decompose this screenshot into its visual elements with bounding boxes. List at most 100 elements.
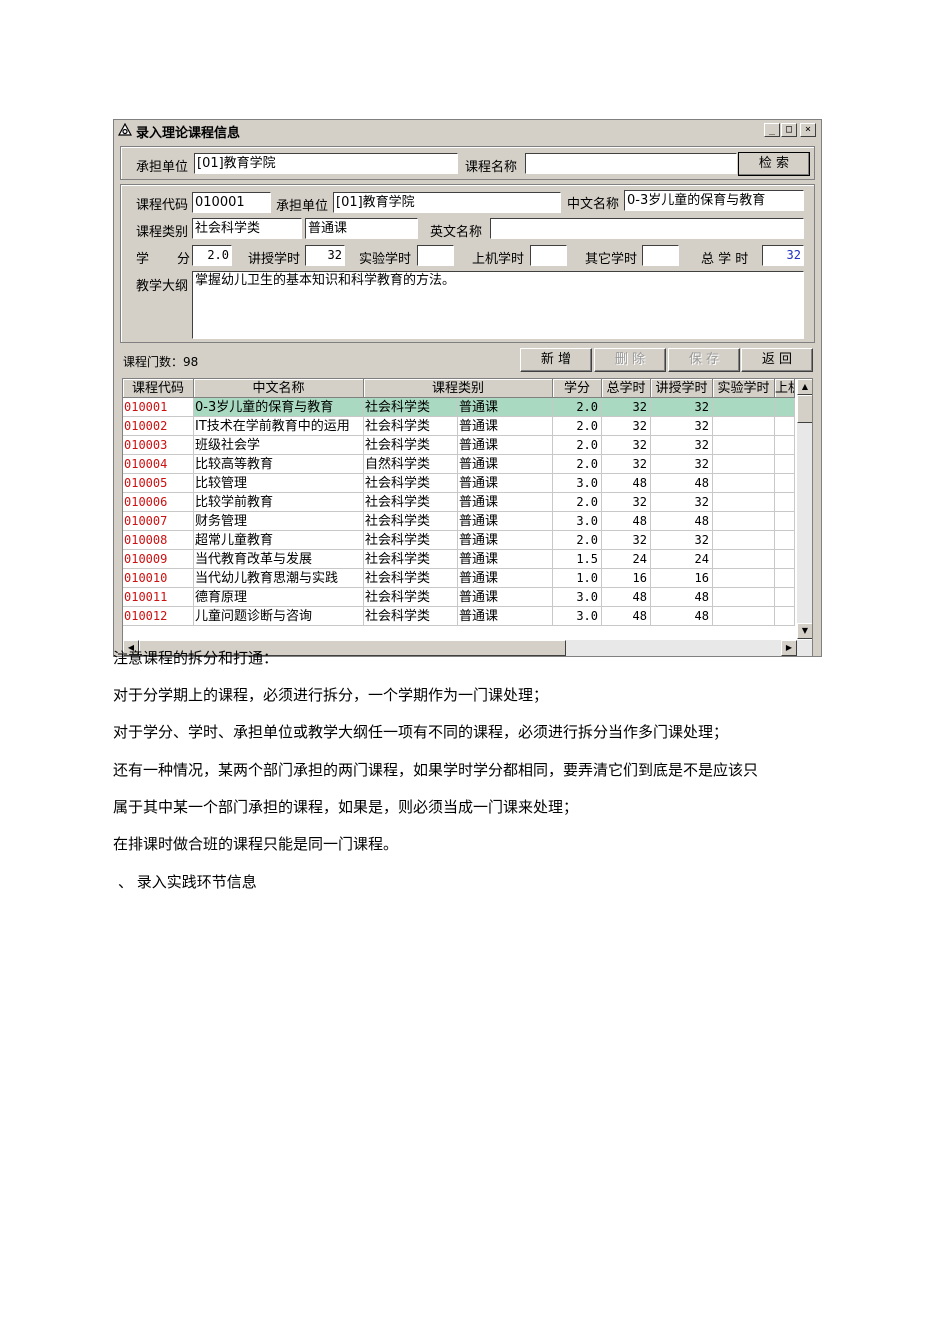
minimize-button[interactable]: _ (764, 123, 780, 137)
window-title: 录入理论课程信息 (136, 126, 241, 141)
table-row[interactable]: 010010 当代幼儿教育思潮与实践 社会科学类 普通课 1.0 16 16 (123, 569, 795, 588)
table-row[interactable]: 010009 当代教育改革与发展 社会科学类 普通课 1.5 24 24 (123, 550, 795, 569)
vertical-scrollbar[interactable]: ▲ ▼ (797, 379, 812, 639)
category-field[interactable]: 社会科学类 (192, 218, 302, 239)
lecture-hours-label: 讲授学时 (248, 252, 301, 267)
cell-category-type: 普通课 (458, 436, 553, 455)
cell-code: 010004 (123, 455, 194, 474)
cell-lab-hours (713, 531, 775, 550)
search-button[interactable]: 检 索 (738, 152, 810, 176)
cell-category-type: 普通课 (458, 550, 553, 569)
table-row[interactable]: 010007 财务管理 社会科学类 普通课 3.0 48 48 (123, 512, 795, 531)
category-label: 课程类别 (136, 225, 189, 240)
other-hours-field[interactable] (642, 245, 679, 266)
cell-computer-hours (775, 474, 795, 493)
code-field[interactable]: 010001 (192, 192, 271, 213)
cell-category-type: 普通课 (458, 455, 553, 474)
cell-lab-hours (713, 455, 775, 474)
cell-computer-hours (775, 531, 795, 550)
cell-category-type: 普通课 (458, 512, 553, 531)
search-course-name-field[interactable] (525, 153, 737, 174)
table-row[interactable]: 010006 比较学前教育 社会科学类 普通课 2.0 32 32 (123, 493, 795, 512)
cell-lab-hours (713, 588, 775, 607)
scroll-up-button[interactable]: ▲ (797, 379, 812, 395)
cell-credit: 2.0 (553, 398, 602, 417)
paragraph-3: 还有一种情况，某两个部门承担的两门课程，如果学时学分都相同，要弄清它们到底是不是… (113, 763, 759, 779)
cell-lab-hours (713, 512, 775, 531)
cell-computer-hours (775, 607, 795, 626)
back-button[interactable]: 返 回 (741, 348, 813, 372)
table-row[interactable]: 010002 IT技术在学前教育中的运用 社会科学类 普通课 2.0 32 32 (123, 417, 795, 436)
cell-cn-name: 德育原理 (194, 588, 364, 607)
save-button[interactable]: 保 存 (668, 348, 740, 372)
header-lecture-hours[interactable]: 讲授学时 (651, 379, 713, 398)
cell-lecture-hours: 32 (651, 531, 713, 550)
table-row[interactable]: 010004 比较高等教育 自然科学类 普通课 2.0 32 32 (123, 455, 795, 474)
scroll-right-button[interactable]: ▶ (781, 640, 797, 656)
cn-name-field[interactable]: 0-3岁儿童的保育与教育 (624, 190, 804, 211)
cell-category: 社会科学类 (364, 607, 458, 626)
paragraph-5: 在排课时做合班的课程只能是同一门课程。 (113, 837, 399, 853)
maximize-button[interactable]: □ (781, 123, 797, 137)
search-course-name-label: 课程名称 (465, 160, 518, 175)
en-name-field[interactable] (490, 218, 804, 239)
cell-total-hours: 48 (602, 607, 651, 626)
course-table[interactable]: 课程代码 中文名称 课程类别 学分 总学时 讲授学时 实验学时 上机 01000… (122, 378, 813, 657)
cell-lab-hours (713, 493, 775, 512)
cell-lab-hours (713, 436, 775, 455)
credit-field[interactable]: 2.0 (192, 245, 232, 266)
credit-label-a: 学 (136, 252, 150, 267)
new-button[interactable]: 新 增 (520, 348, 592, 372)
search-unit-field[interactable]: [01]教育学院 (194, 153, 458, 174)
close-button[interactable]: × (800, 123, 816, 137)
lecture-hours-field[interactable]: 32 (305, 245, 345, 266)
total-hours-field[interactable]: 32 (762, 245, 804, 266)
cell-category: 社会科学类 (364, 398, 458, 417)
scroll-down-button[interactable]: ▼ (797, 623, 812, 639)
cell-code: 010003 (123, 436, 194, 455)
computer-hours-label: 上机学时 (472, 252, 525, 267)
syllabus-textarea[interactable]: 掌握幼儿卫生的基本知识和科学教育的方法。 (192, 271, 804, 339)
table-row[interactable]: 010005 比较管理 社会科学类 普通课 3.0 48 48 (123, 474, 795, 493)
header-lab-hours[interactable]: 实验学时 (713, 379, 775, 398)
cell-computer-hours (775, 455, 795, 474)
table-row[interactable]: 010003 班级社会学 社会科学类 普通课 2.0 32 32 (123, 436, 795, 455)
search-panel: 承担单位 [01]教育学院 课程名称 检 索 (120, 146, 815, 180)
computer-hours-field[interactable] (530, 245, 567, 266)
header-credit[interactable]: 学分 (553, 379, 602, 398)
cell-lab-hours (713, 607, 775, 626)
cell-computer-hours (775, 417, 795, 436)
unit-field[interactable]: [01]教育学院 (333, 192, 561, 213)
cell-lab-hours (713, 474, 775, 493)
cell-code: 010005 (123, 474, 194, 493)
cell-total-hours: 32 (602, 493, 651, 512)
cell-credit: 3.0 (553, 607, 602, 626)
cell-credit: 2.0 (553, 455, 602, 474)
scroll-thumb[interactable] (797, 395, 812, 423)
cell-category: 社会科学类 (364, 512, 458, 531)
cell-lecture-hours: 48 (651, 512, 713, 531)
table-row[interactable]: 010001 0-3岁儿童的保育与教育 社会科学类 普通课 2.0 32 32 (123, 398, 795, 417)
category-type-field[interactable]: 普通课 (305, 218, 418, 239)
header-category[interactable]: 课程类别 (364, 379, 553, 398)
cell-total-hours: 16 (602, 569, 651, 588)
table-row[interactable]: 010011 德育原理 社会科学类 普通课 3.0 48 48 (123, 588, 795, 607)
title-bar[interactable]: 录入理论课程信息 _ □ × (114, 120, 821, 141)
header-cn-name[interactable]: 中文名称 (194, 379, 364, 398)
paragraph-2: 对于学分、学时、承担单位或教学大纲任一项有不同的课程，必须进行拆分当作多门课处理… (113, 725, 729, 741)
cell-category-type: 普通课 (458, 607, 553, 626)
cell-lecture-hours: 32 (651, 493, 713, 512)
cell-computer-hours (775, 398, 795, 417)
header-total-hours[interactable]: 总学时 (602, 379, 651, 398)
table-row[interactable]: 010008 超常儿童教育 社会科学类 普通课 2.0 32 32 (123, 531, 795, 550)
table-row[interactable]: 010012 儿童问题诊断与咨询 社会科学类 普通课 3.0 48 48 (123, 607, 795, 626)
lab-hours-label: 实验学时 (359, 252, 412, 267)
header-computer-hours[interactable]: 上机 (775, 379, 795, 398)
header-code[interactable]: 课程代码 (123, 379, 194, 398)
delete-button[interactable]: 删 除 (594, 348, 666, 372)
cell-lab-hours (713, 550, 775, 569)
cell-cn-name: IT技术在学前教育中的运用 (194, 417, 364, 436)
cell-total-hours: 48 (602, 512, 651, 531)
lab-hours-field[interactable] (417, 245, 454, 266)
credit-label-b: 分 (177, 252, 191, 267)
